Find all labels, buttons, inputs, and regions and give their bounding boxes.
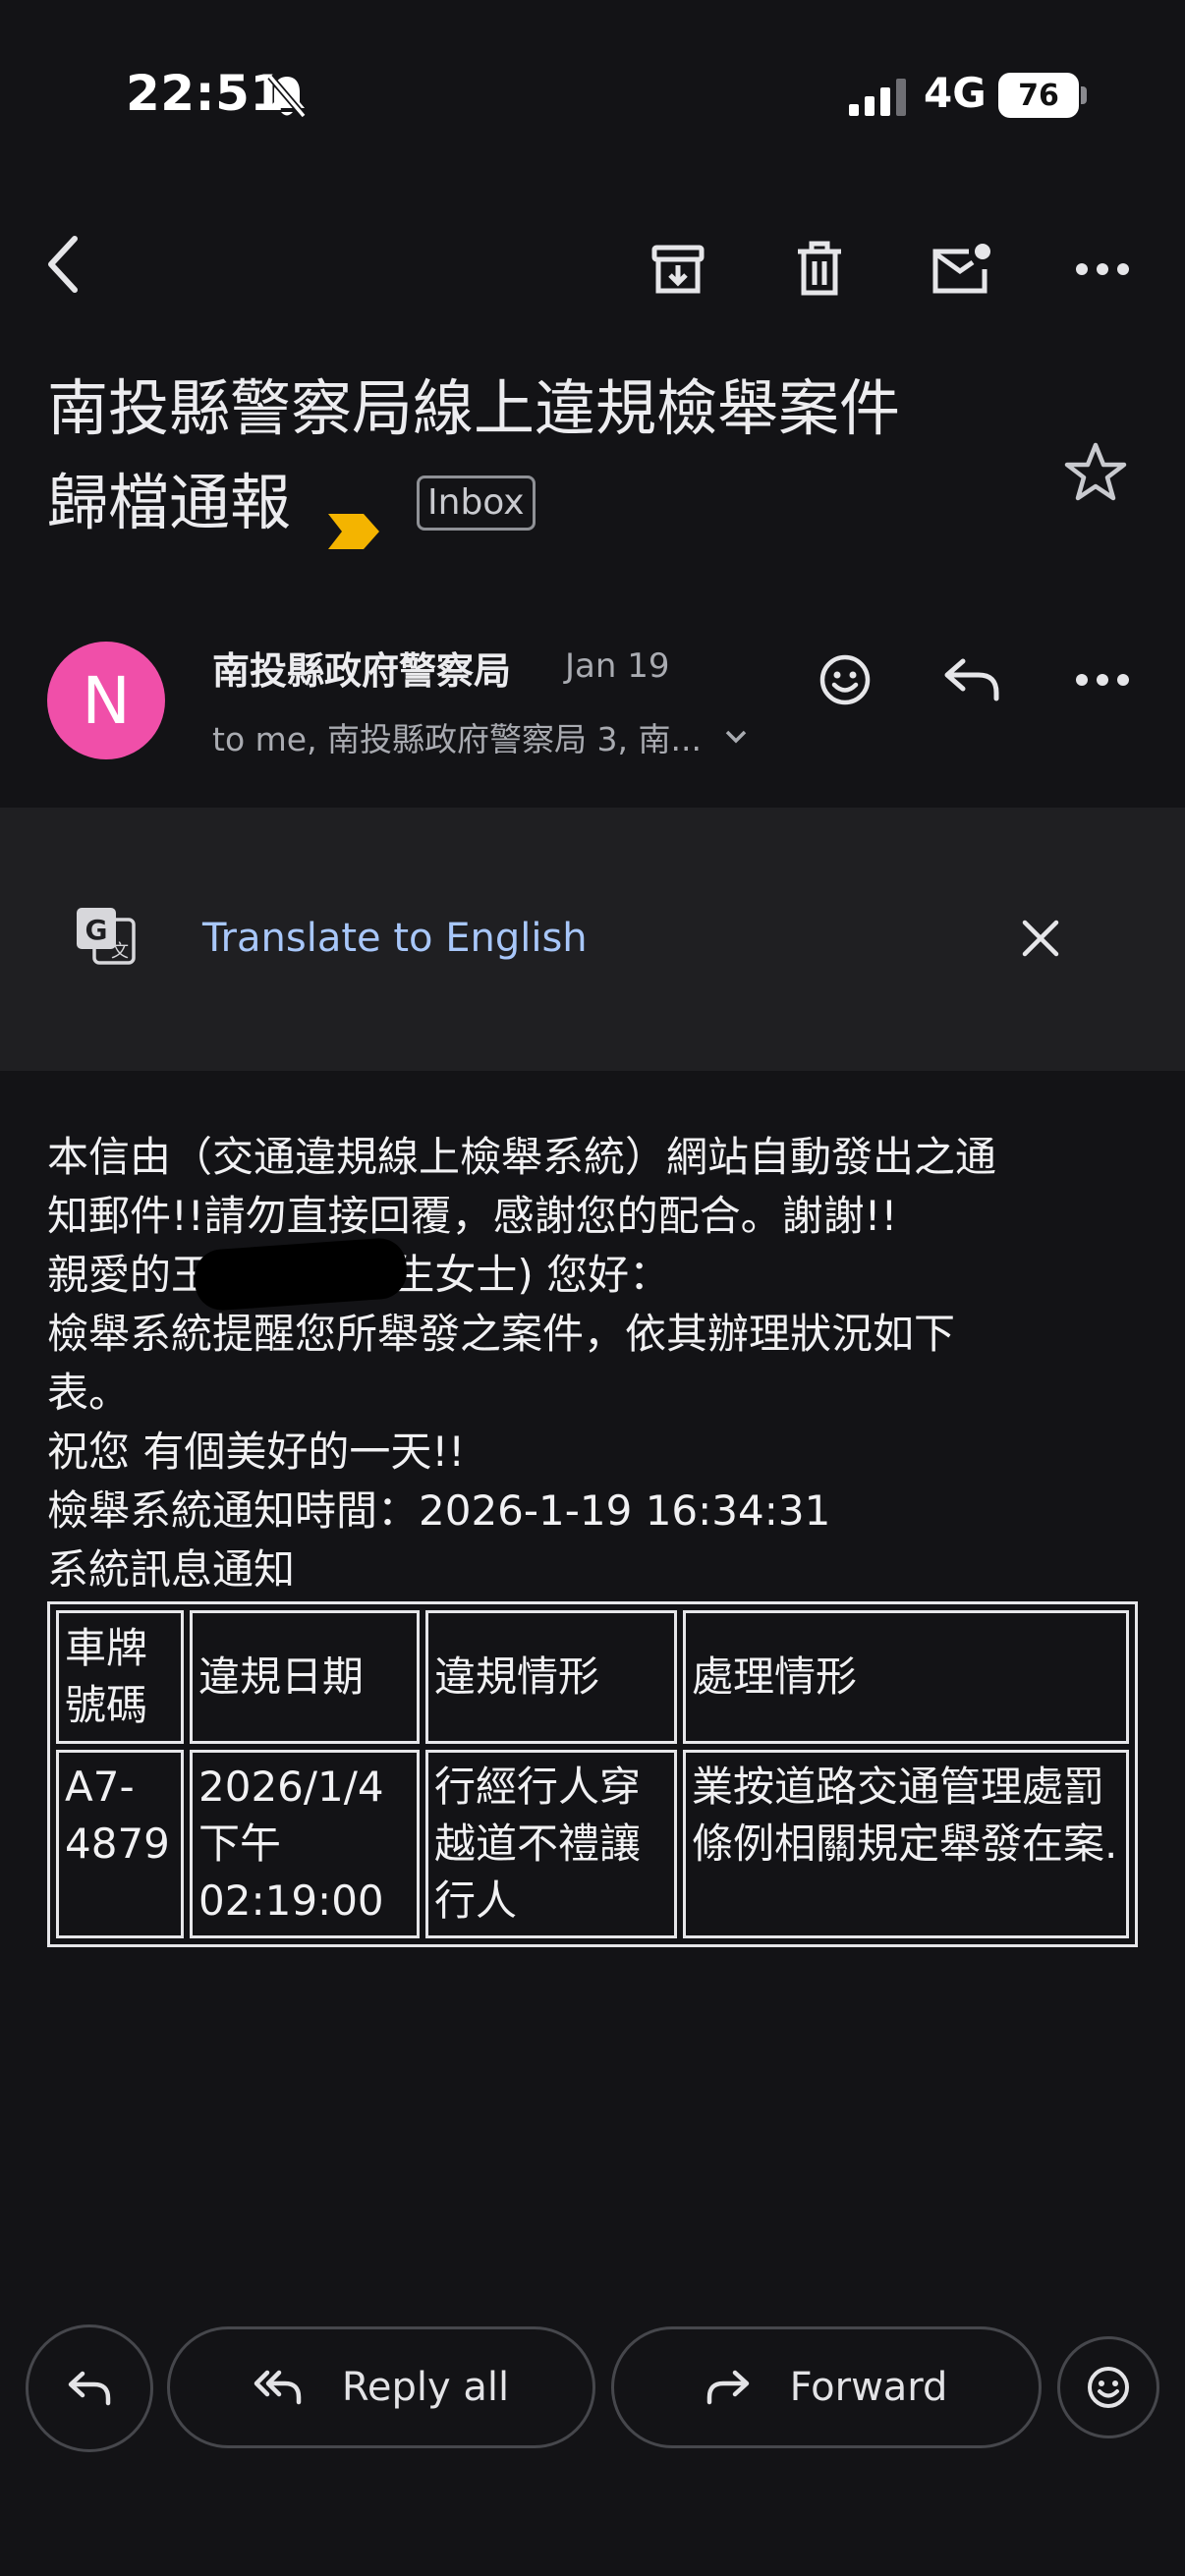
archive-icon bbox=[651, 245, 705, 294]
emoji-icon bbox=[1088, 2367, 1129, 2408]
bottom-reply-button[interactable] bbox=[26, 2324, 153, 2452]
translate-link[interactable]: Translate to English bbox=[202, 916, 588, 961]
subject-line-1: 南投縣警察局線上違規檢舉案件 bbox=[47, 372, 901, 444]
recipients-toggle[interactable]: to me, 南投縣政府警察局 3, 南... bbox=[212, 713, 747, 760]
emoji-icon bbox=[819, 654, 871, 705]
message-more-options-button[interactable] bbox=[1063, 641, 1142, 719]
reply-icon bbox=[68, 2371, 111, 2406]
trash-icon bbox=[798, 241, 841, 296]
add-reaction-button[interactable] bbox=[806, 641, 884, 719]
cell-violation-date: 2026/1/4 下午 02:19:00 bbox=[190, 1750, 420, 1938]
reply-button[interactable] bbox=[933, 641, 1012, 719]
email-date: Jan 19 bbox=[565, 646, 670, 686]
header-plate-number: 車牌號碼 bbox=[56, 1610, 184, 1744]
status-time: 22:51 bbox=[126, 65, 285, 122]
close-icon bbox=[1022, 920, 1059, 957]
subject-line-2: 歸檔通報 bbox=[47, 467, 292, 538]
mark-unread-button[interactable] bbox=[922, 230, 1000, 308]
back-arrow-icon bbox=[48, 236, 78, 293]
battery-indicator: 76 bbox=[998, 73, 1079, 118]
sender-avatar[interactable]: N bbox=[47, 642, 165, 759]
cell-violation-type: 行經行人穿越道不禮讓行人 bbox=[425, 1750, 677, 1938]
cell-plate-number: A7-4879 bbox=[56, 1750, 184, 1938]
bell-muted-icon bbox=[265, 73, 309, 120]
header-violation-date: 違規日期 bbox=[190, 1610, 420, 1744]
reply-all-button[interactable]: Reply all bbox=[167, 2326, 595, 2448]
chevron-down-icon bbox=[725, 730, 747, 744]
table-header-row: 車牌號碼 違規日期 違規情形 處理情形 bbox=[56, 1610, 1129, 1744]
archive-button[interactable] bbox=[639, 230, 717, 308]
mail-unread-icon bbox=[932, 244, 990, 294]
reply-all-icon bbox=[254, 2370, 302, 2405]
inbox-label-chip[interactable]: Inbox bbox=[417, 476, 536, 531]
more-horizontal-icon bbox=[1076, 674, 1129, 686]
star-button[interactable] bbox=[1059, 436, 1132, 509]
more-options-button[interactable] bbox=[1063, 230, 1142, 308]
network-type: 4G bbox=[924, 69, 987, 117]
svg-text:文: 文 bbox=[111, 941, 129, 962]
subject-line-2-row: 歸檔通報 Inbox bbox=[47, 456, 536, 550]
star-icon bbox=[1064, 442, 1127, 501]
table-row: A7-4879 2026/1/4 下午 02:19:00 行經行人穿越道不禮讓行… bbox=[56, 1750, 1129, 1938]
forward-icon bbox=[706, 2370, 749, 2405]
close-translate-button[interactable] bbox=[1006, 904, 1075, 973]
email-body-text: 本信由（交通違規線上檢舉系統）網站自動發出之通 知郵件!!請勿直接回覆，感謝您的… bbox=[47, 1133, 997, 1594]
header-violation-type: 違規情形 bbox=[425, 1610, 677, 1744]
battery-tip bbox=[1081, 86, 1087, 104]
reply-icon bbox=[944, 658, 999, 701]
header-processing-status: 處理情形 bbox=[683, 1610, 1129, 1744]
sender-name: 南投縣政府警察局 bbox=[212, 649, 512, 693]
more-horizontal-icon bbox=[1076, 263, 1129, 275]
cell-processing-status: 業按道路交通管理處罰條例相關規定舉發在案. bbox=[683, 1750, 1129, 1938]
email-subject: 南投縣警察局線上違規檢舉案件 歸檔通報 Inbox bbox=[47, 362, 1030, 550]
cellular-signal-icon bbox=[849, 79, 908, 116]
bottom-reaction-button[interactable] bbox=[1057, 2336, 1159, 2438]
back-button[interactable] bbox=[33, 220, 92, 308]
delete-button[interactable] bbox=[780, 230, 859, 308]
forward-button[interactable]: Forward bbox=[611, 2326, 1042, 2448]
recipients-text: to me, 南投縣政府警察局 3, 南... bbox=[212, 720, 702, 758]
important-marker-icon[interactable] bbox=[326, 483, 381, 549]
reply-all-label: Reply all bbox=[341, 2365, 510, 2410]
forward-label: Forward bbox=[789, 2365, 948, 2410]
svg-text:G: G bbox=[85, 914, 108, 946]
google-translate-icon: G 文 bbox=[73, 904, 138, 969]
case-status-table: 車牌號碼 違規日期 違規情形 處理情形 A7-4879 2026/1/4 下午 … bbox=[47, 1601, 1138, 1947]
